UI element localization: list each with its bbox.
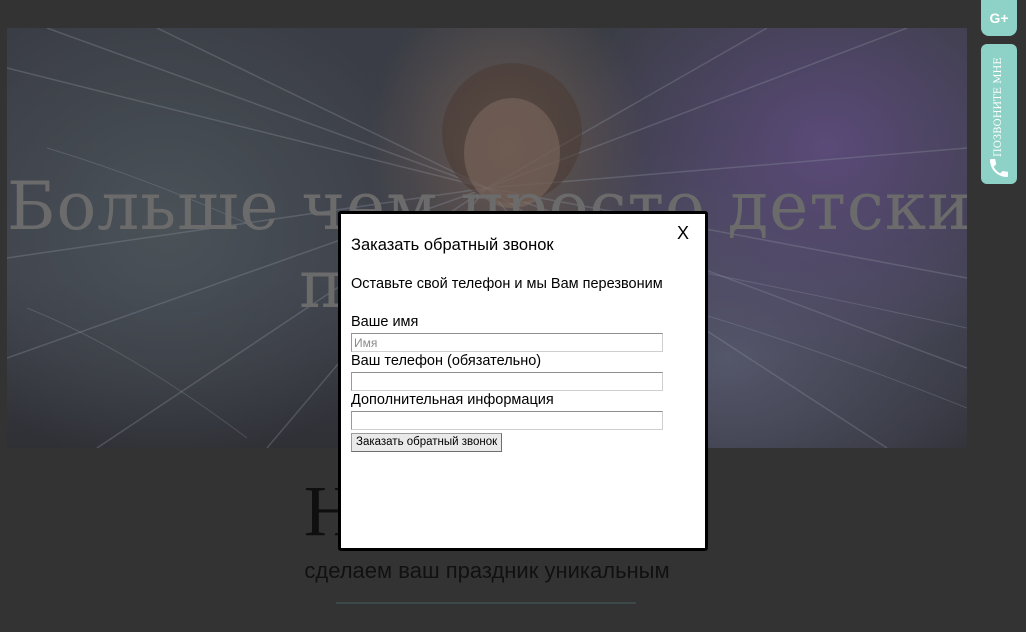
phone-icon	[990, 159, 1008, 177]
modal-title: Заказать обратный звонок	[351, 236, 554, 254]
section-divider	[336, 602, 636, 604]
google-plus-share-button[interactable]: G+	[981, 0, 1017, 36]
name-input[interactable]	[351, 333, 663, 352]
modal-description: Оставьте свой телефон и мы Вам перезвони…	[351, 276, 663, 292]
phone-field-label: Ваш телефон (обязательно)	[351, 353, 542, 369]
section-subtitle: сделаем ваш праздник уникальным	[304, 558, 670, 583]
submit-callback-button[interactable]: Заказать обратный звонок	[351, 433, 503, 452]
call-me-label: ПОЗВОНИТЕ МНЕ	[993, 57, 1004, 157]
name-field-label: Ваше имя	[351, 314, 419, 330]
call-me-button[interactable]: ПОЗВОНИТЕ МНЕ	[981, 44, 1017, 184]
modal-close-button[interactable]: X	[677, 223, 689, 244]
phone-input[interactable]	[351, 372, 663, 391]
additional-info-input[interactable]	[351, 411, 663, 430]
google-plus-icon: G+	[989, 10, 1009, 26]
additional-info-field-label: Дополнительная информация	[351, 392, 554, 408]
callback-modal: X Заказать обратный звонок Оставьте свой…	[338, 211, 708, 551]
